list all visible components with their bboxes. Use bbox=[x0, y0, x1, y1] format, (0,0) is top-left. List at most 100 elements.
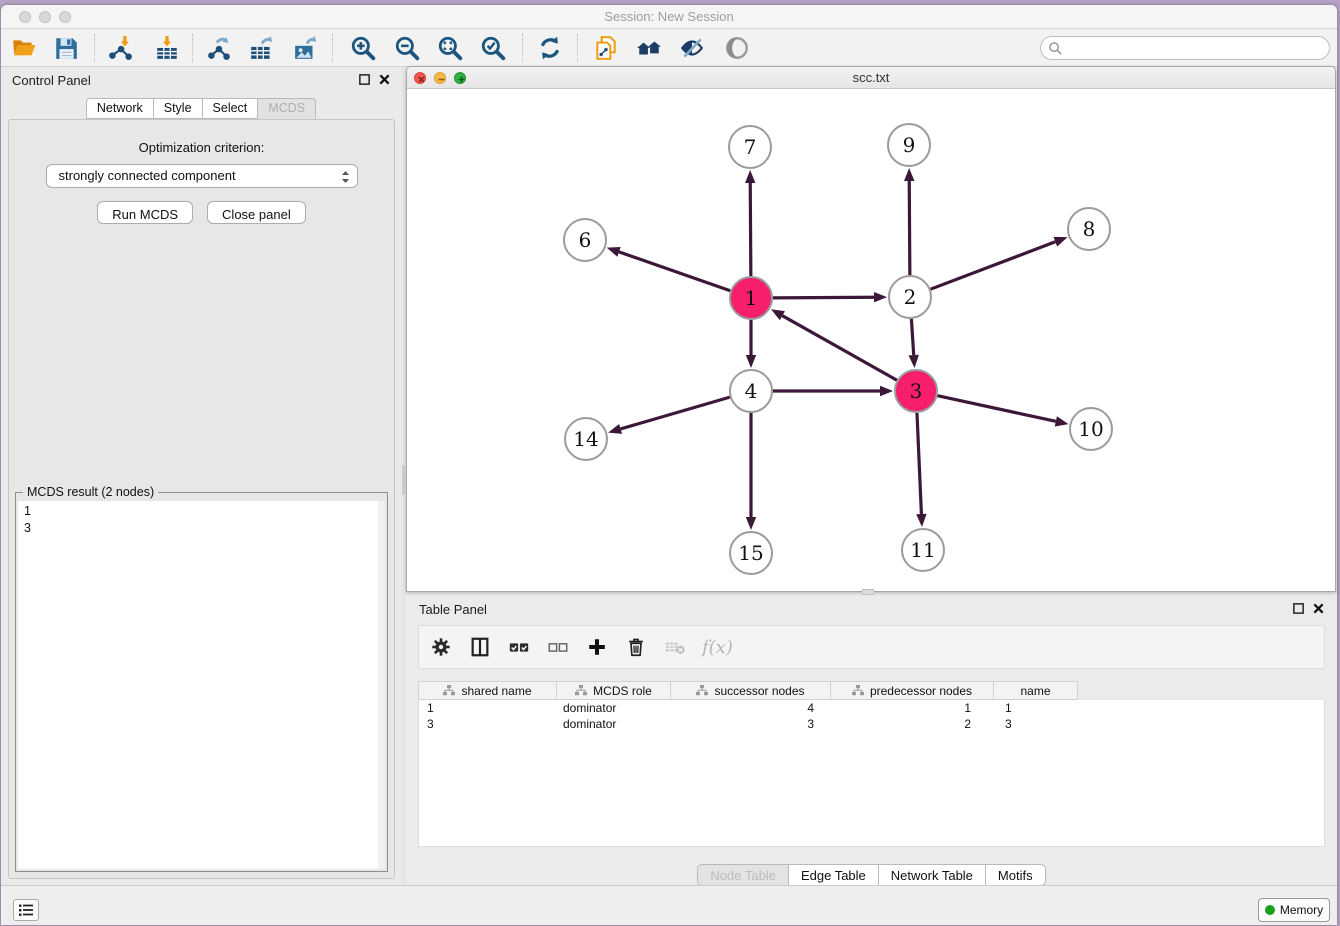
table-cell[interactable]: 4 bbox=[672, 700, 832, 716]
table-panel: Table Panel bbox=[406, 596, 1337, 890]
svg-text:15: 15 bbox=[738, 541, 763, 565]
graph-edge-1-2[interactable] bbox=[773, 297, 874, 298]
table-cell[interactable]: 3 bbox=[419, 716, 558, 732]
add-column-icon[interactable] bbox=[585, 635, 609, 659]
chevron-updown-icon bbox=[340, 169, 351, 185]
export-table-icon[interactable] bbox=[249, 35, 275, 61]
tab-select[interactable]: Select bbox=[202, 98, 258, 119]
svg-text:1: 1 bbox=[745, 286, 758, 310]
import-table-icon[interactable] bbox=[154, 35, 180, 61]
table-cell[interactable]: 3 bbox=[995, 716, 1079, 732]
column-header-successor-nodes[interactable]: successor nodes bbox=[671, 681, 831, 700]
memory-button[interactable]: Memory bbox=[1258, 898, 1330, 922]
graph-edge-4-14[interactable] bbox=[621, 397, 730, 429]
table-body: 1dominator4113dominator323 bbox=[418, 700, 1325, 847]
clone-network-icon[interactable] bbox=[593, 35, 619, 61]
table-cell[interactable]: 1 bbox=[995, 700, 1079, 716]
zoom-out-icon[interactable] bbox=[394, 35, 420, 61]
settings-gear-icon[interactable] bbox=[429, 635, 453, 659]
tab-motifs[interactable]: Motifs bbox=[985, 864, 1046, 886]
svg-text:6: 6 bbox=[579, 228, 592, 252]
show-all-icon[interactable] bbox=[724, 35, 750, 61]
graph-node-1[interactable]: 1 bbox=[730, 277, 772, 319]
graph-node-4[interactable]: 4 bbox=[730, 370, 772, 412]
network-window-titlebar[interactable]: scc.txt bbox=[407, 67, 1335, 89]
select-all-icon[interactable] bbox=[507, 635, 531, 659]
show-columns-icon[interactable] bbox=[468, 635, 492, 659]
graph-node-9[interactable]: 9 bbox=[888, 124, 930, 166]
graph-node-8[interactable]: 8 bbox=[1068, 208, 1110, 250]
graph-edge-arrow bbox=[1055, 416, 1069, 426]
svg-text:11: 11 bbox=[910, 538, 935, 562]
graph-edge-arrow bbox=[880, 386, 893, 396]
graph-edge-3-1[interactable] bbox=[782, 316, 896, 381]
graph-edge-3-10[interactable] bbox=[937, 396, 1055, 422]
tab-mcds[interactable]: MCDS bbox=[257, 98, 316, 119]
table-cell[interactable]: dominator bbox=[558, 700, 672, 716]
tab-network[interactable]: Network bbox=[86, 98, 153, 119]
result-scrollbar[interactable] bbox=[378, 501, 385, 869]
graph-node-6[interactable]: 6 bbox=[564, 219, 606, 261]
table-cell[interactable]: 1 bbox=[419, 700, 558, 716]
graph-edge-2-3[interactable] bbox=[911, 319, 913, 355]
graph-node-3[interactable]: 3 bbox=[895, 370, 937, 412]
save-session-icon[interactable] bbox=[53, 35, 79, 61]
zoom-fit-icon[interactable] bbox=[437, 35, 463, 61]
optimization-criterion-select[interactable]: strongly connected component bbox=[46, 164, 358, 188]
close-table-panel-icon[interactable] bbox=[1312, 602, 1325, 615]
graph-edge-3-11[interactable] bbox=[917, 413, 921, 514]
import-network-icon[interactable] bbox=[107, 35, 133, 61]
close-panel-button[interactable]: Close panel bbox=[207, 201, 306, 224]
graph-edge-1-6[interactable] bbox=[619, 252, 730, 291]
table-row[interactable]: 1dominator411 bbox=[419, 700, 1324, 716]
zoom-in-icon[interactable] bbox=[350, 35, 376, 61]
graph-node-2[interactable]: 2 bbox=[889, 276, 931, 318]
deselect-all-icon[interactable] bbox=[546, 635, 570, 659]
mcds-result-group: MCDS result (2 nodes) 1 3 bbox=[15, 492, 388, 872]
zoom-selected-icon[interactable] bbox=[480, 35, 506, 61]
graph-node-15[interactable]: 15 bbox=[730, 532, 772, 574]
column-header-MCDS-role[interactable]: MCDS role bbox=[557, 681, 671, 700]
float-table-panel-icon[interactable] bbox=[1292, 602, 1305, 615]
graph-node-14[interactable]: 14 bbox=[565, 418, 607, 460]
tab-style[interactable]: Style bbox=[153, 98, 202, 119]
graph-edge-2-8[interactable] bbox=[931, 242, 1056, 289]
open-session-icon[interactable] bbox=[11, 35, 37, 61]
refresh-layout-icon[interactable] bbox=[537, 35, 563, 61]
tab-network-table[interactable]: Network Table bbox=[878, 864, 985, 886]
graph-edge-2-9[interactable] bbox=[909, 181, 910, 275]
table-cell[interactable]: 3 bbox=[672, 716, 832, 732]
float-panel-icon[interactable] bbox=[358, 73, 371, 86]
graph-edge-1-7[interactable] bbox=[750, 183, 751, 276]
run-mcds-button[interactable]: Run MCDS bbox=[97, 201, 193, 224]
svg-text:9: 9 bbox=[903, 133, 916, 157]
status-bar: Memory bbox=[1, 885, 1337, 925]
table-cell[interactable]: 1 bbox=[832, 700, 995, 716]
graph-node-10[interactable]: 10 bbox=[1070, 408, 1112, 450]
tab-edge-table[interactable]: Edge Table bbox=[788, 864, 878, 886]
first-neighbors-icon[interactable] bbox=[636, 35, 662, 61]
column-header-predecessor-nodes[interactable]: predecessor nodes bbox=[831, 681, 994, 700]
table-panel-title: Table Panel bbox=[419, 602, 487, 617]
table-row[interactable]: 3dominator323 bbox=[419, 716, 1324, 732]
table-cell[interactable]: dominator bbox=[558, 716, 672, 732]
table-cell[interactable]: 2 bbox=[832, 716, 995, 732]
tab-node-table[interactable]: Node Table bbox=[697, 864, 788, 886]
canvas-resize-handle[interactable] bbox=[862, 589, 874, 595]
graph-edge-arrow bbox=[745, 170, 755, 183]
mcds-result-text[interactable]: 1 3 bbox=[18, 501, 385, 869]
delete-column-icon[interactable] bbox=[624, 635, 648, 659]
close-panel-icon[interactable] bbox=[378, 73, 391, 86]
column-header-name[interactable]: name bbox=[994, 681, 1078, 700]
network-canvas[interactable]: 7 9 6 8 1 2 4 3 14 10 15 11 bbox=[407, 89, 1335, 592]
export-image-icon[interactable] bbox=[293, 35, 319, 61]
svg-text:14: 14 bbox=[573, 427, 598, 451]
graph-edge-arrow bbox=[874, 292, 887, 302]
search-input[interactable] bbox=[1040, 36, 1330, 60]
graph-node-7[interactable]: 7 bbox=[729, 126, 771, 168]
column-header-shared-name[interactable]: shared name bbox=[418, 681, 557, 700]
graph-node-11[interactable]: 11 bbox=[902, 529, 944, 571]
export-network-icon[interactable] bbox=[206, 35, 232, 61]
hide-selected-icon[interactable] bbox=[679, 35, 705, 61]
task-history-button[interactable] bbox=[13, 899, 39, 921]
